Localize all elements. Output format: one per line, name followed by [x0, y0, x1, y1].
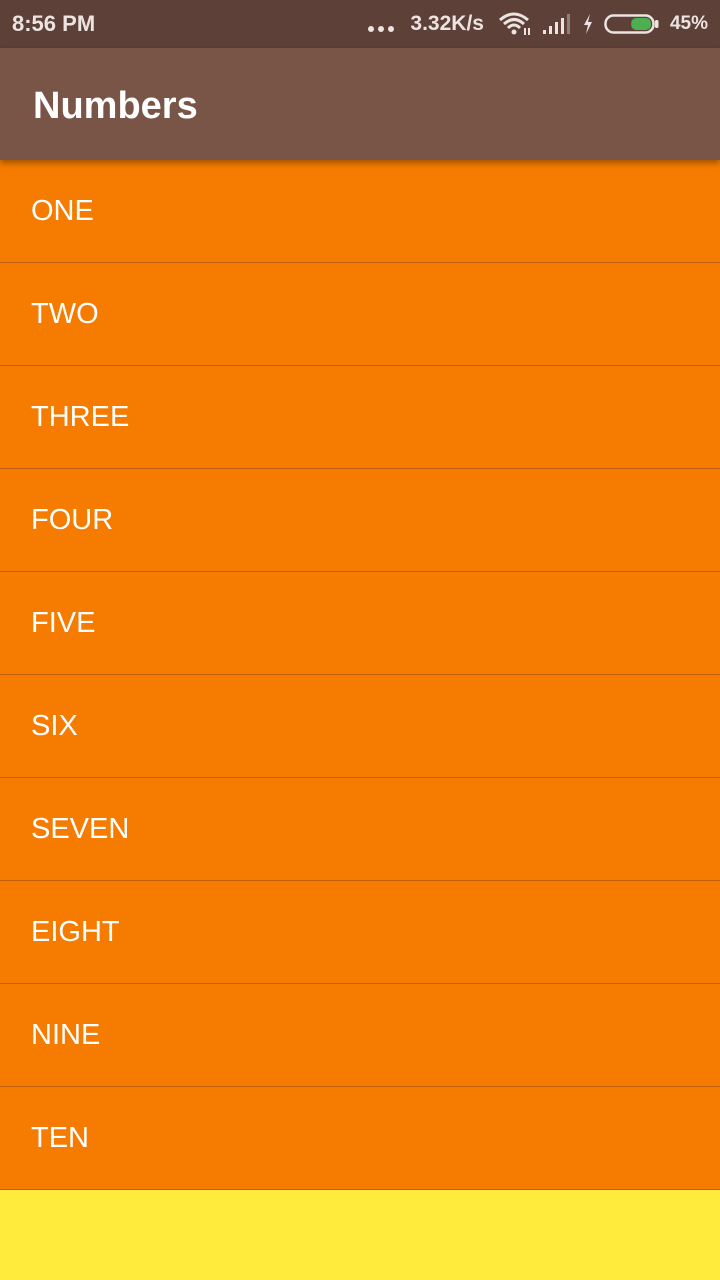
status-time: 8:56 PM [12, 11, 96, 36]
list-item-label: SEVEN [31, 813, 130, 845]
list-item[interactable]: TEN [0, 1087, 720, 1190]
charging-bolt-icon [583, 14, 592, 34]
page-title: Numbers [33, 85, 198, 127]
list-item[interactable]: ONE [0, 160, 720, 263]
app-bar: Numbers [0, 48, 720, 160]
list-item-label: FOUR [31, 504, 114, 536]
list-item[interactable]: SEVEN [0, 778, 720, 881]
numbers-list: ONE TWO THREE FOUR FIVE SIX SEVEN EIGHT … [0, 160, 720, 1190]
network-speed: 3.32K/s [410, 12, 484, 35]
list-item[interactable]: NINE [0, 984, 720, 1087]
list-item-label: SIX [31, 710, 78, 742]
list-item-label: FIVE [31, 607, 96, 639]
battery-icon [604, 14, 659, 34]
wifi-icon [498, 12, 530, 35]
list-item[interactable]: FOUR [0, 469, 720, 572]
list-item-label: EIGHT [31, 916, 120, 948]
list-item-label: TWO [31, 298, 99, 330]
list-item[interactable]: THREE [0, 366, 720, 469]
list-item-label: NINE [31, 1019, 101, 1051]
cellular-signal-icon [542, 14, 570, 34]
status-bar: 8:56 PM 3.32K/s 45% [0, 0, 720, 48]
list-item[interactable]: TWO [0, 263, 720, 366]
list-item-label: ONE [31, 195, 94, 227]
status-icons: 3.32K/s 45% [368, 0, 708, 48]
more-dots-icon [368, 26, 395, 32]
battery-percent: 45% [669, 13, 708, 34]
list-item[interactable]: EIGHT [0, 881, 720, 984]
list-item[interactable]: SIX [0, 675, 720, 778]
list-item-label: TEN [31, 1122, 89, 1154]
list-item[interactable]: FIVE [0, 572, 720, 675]
list-item-label: THREE [31, 401, 130, 433]
